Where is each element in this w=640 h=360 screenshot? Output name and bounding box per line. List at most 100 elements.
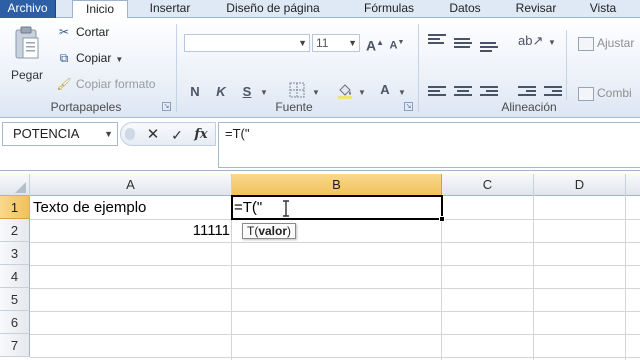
paintbrush-icon: 🖌 <box>56 77 72 91</box>
tab-home[interactable]: Inicio <box>72 0 128 19</box>
chevron-down-icon[interactable]: ▼ <box>104 123 113 145</box>
ribbon: Pegar ✂ Cortar ⧉ Copiar ▼ 🖌 Copiar formato P… <box>0 18 640 118</box>
align-bottom-icon[interactable] <box>480 38 498 54</box>
column-header-a[interactable]: A <box>30 174 232 196</box>
cell-a1[interactable]: Texto de ejemplo <box>33 196 146 219</box>
column-header-d[interactable]: D <box>534 174 626 196</box>
tooltip-suffix: ) <box>287 224 292 238</box>
wrap-text-label: Ajustar <box>597 36 635 50</box>
font-color-glyph: A <box>380 82 390 97</box>
gridline <box>30 357 640 358</box>
font-color-button[interactable]: A <box>374 80 396 100</box>
gridline <box>30 334 640 335</box>
enter-button[interactable]: ✓ <box>167 125 187 145</box>
tab-file[interactable]: Archivo <box>0 0 56 18</box>
scissors-icon: ✂ <box>58 25 70 39</box>
row-header-6[interactable]: 6 <box>0 311 30 334</box>
ribbon-tab-bar: Archivo Inicio Insertar Diseño de página… <box>0 0 640 19</box>
format-painter-label: Copiar formato <box>76 77 156 91</box>
worksheet-grid[interactable]: A B C D 1 2 3 4 5 6 7 Texto de ejemplo 1… <box>0 174 640 360</box>
font-name-select[interactable]: ▼ <box>184 34 310 52</box>
chevron-down-icon[interactable]: ▼ <box>115 55 123 64</box>
select-all-triangle-icon <box>15 182 26 193</box>
gridline <box>231 196 232 360</box>
insert-function-button[interactable]: fx <box>191 125 211 145</box>
merge-icon <box>578 86 594 101</box>
row-header-4[interactable]: 4 <box>0 265 30 288</box>
row-header-7[interactable]: 7 <box>0 334 30 357</box>
column-header-c[interactable]: C <box>442 174 534 196</box>
fill-handle[interactable] <box>439 216 445 222</box>
resize-grip-icon[interactable] <box>125 128 135 140</box>
wrap-text-button[interactable]: Ajustar <box>578 34 634 52</box>
name-box-value: POTENCIA <box>13 126 80 141</box>
fill-color-icon[interactable] <box>334 80 356 100</box>
font-group-label: Fuente <box>275 100 313 114</box>
gridline <box>30 311 640 312</box>
tooltip-prefix: T( <box>247 224 259 238</box>
chevron-down-icon[interactable]: ▼ <box>298 35 307 51</box>
chevron-down-icon[interactable]: ▼ <box>358 88 366 97</box>
select-all-corner[interactable] <box>0 174 30 196</box>
cut-label: Cortar <box>76 25 110 39</box>
gridline <box>533 196 534 360</box>
tab-data[interactable]: Datos <box>440 0 490 18</box>
bold-button[interactable]: N <box>186 82 204 102</box>
group-divider <box>566 30 567 100</box>
copy-icon: ⧉ <box>59 51 69 65</box>
chevron-down-icon[interactable]: ▼ <box>348 35 357 51</box>
column-header-b[interactable]: B <box>232 174 442 196</box>
font-size-select[interactable]: 11 ▼ <box>312 34 360 52</box>
row-header-2[interactable]: 2 <box>0 219 30 242</box>
gridline <box>30 288 640 289</box>
tab-review[interactable]: Revisar <box>506 0 566 18</box>
gridline <box>625 196 626 360</box>
chevron-down-icon[interactable]: ▼ <box>312 88 320 97</box>
cut-button[interactable]: ✂ Cortar <box>56 23 109 41</box>
clipboard-group-label: Portapapeles <box>50 100 122 114</box>
borders-icon[interactable] <box>286 80 308 100</box>
cancel-button[interactable]: ✕ <box>143 125 163 145</box>
tooltip-argument[interactable]: valor <box>258 224 287 238</box>
wrap-text-icon <box>578 36 594 51</box>
clipboard-dialog-launcher-icon[interactable]: ↘ <box>162 102 171 111</box>
group-divider <box>418 24 419 112</box>
tab-formulas[interactable]: Fórmulas <box>352 0 426 18</box>
clipboard-icon <box>15 26 39 59</box>
row-header-5[interactable]: 5 <box>0 288 30 311</box>
copy-button[interactable]: ⧉ Copiar ▼ <box>56 49 124 67</box>
name-box[interactable]: POTENCIA ▼ <box>2 122 118 146</box>
chevron-down-icon[interactable]: ▼ <box>260 88 268 97</box>
shrink-font-icon[interactable]: A▼ <box>388 33 406 53</box>
tab-view[interactable]: Vista <box>580 0 626 18</box>
grow-font-icon[interactable]: A▲ <box>366 33 384 54</box>
font-dialog-launcher-icon[interactable]: ↘ <box>404 102 413 111</box>
gridline <box>30 242 640 243</box>
alignment-group-label: Alineación <box>501 100 557 114</box>
tab-insert[interactable]: Insertar <box>140 0 200 18</box>
font-size-value: 11 <box>316 36 329 50</box>
underline-button[interactable]: S <box>238 82 256 102</box>
format-painter-button[interactable]: 🖌 Copiar formato <box>56 75 155 93</box>
formula-input[interactable]: =T(" <box>218 122 640 168</box>
active-cell-b1[interactable]: =T(" <box>231 195 443 220</box>
orientation-icon[interactable]: ab↗ <box>518 31 543 51</box>
align-middle-icon[interactable] <box>454 36 472 52</box>
paste-button[interactable]: Pegar <box>6 22 48 88</box>
align-top-icon[interactable] <box>428 34 446 50</box>
formula-bar: POTENCIA ▼ ✕ ✓ fx =T(" <box>0 119 640 171</box>
paste-label: Pegar <box>10 68 44 82</box>
chevron-down-icon[interactable]: ▼ <box>398 88 406 97</box>
cell-a2[interactable]: 11111 <box>31 219 230 242</box>
row-header-1[interactable]: 1 <box>0 196 30 219</box>
column-headers: A B C D <box>0 174 640 196</box>
function-tooltip[interactable]: T(valor) <box>242 223 297 239</box>
cell-b1-edit-text: =T(" <box>234 199 263 216</box>
tab-page-layout[interactable]: Diseño de página <box>214 0 332 18</box>
row-header-3[interactable]: 3 <box>0 242 30 265</box>
chevron-down-icon[interactable]: ▼ <box>548 38 556 47</box>
italic-button[interactable]: K <box>212 82 230 102</box>
text-cursor-icon <box>283 200 289 217</box>
merge-center-label: Combi <box>597 86 632 100</box>
copy-label: Copiar <box>76 51 112 65</box>
